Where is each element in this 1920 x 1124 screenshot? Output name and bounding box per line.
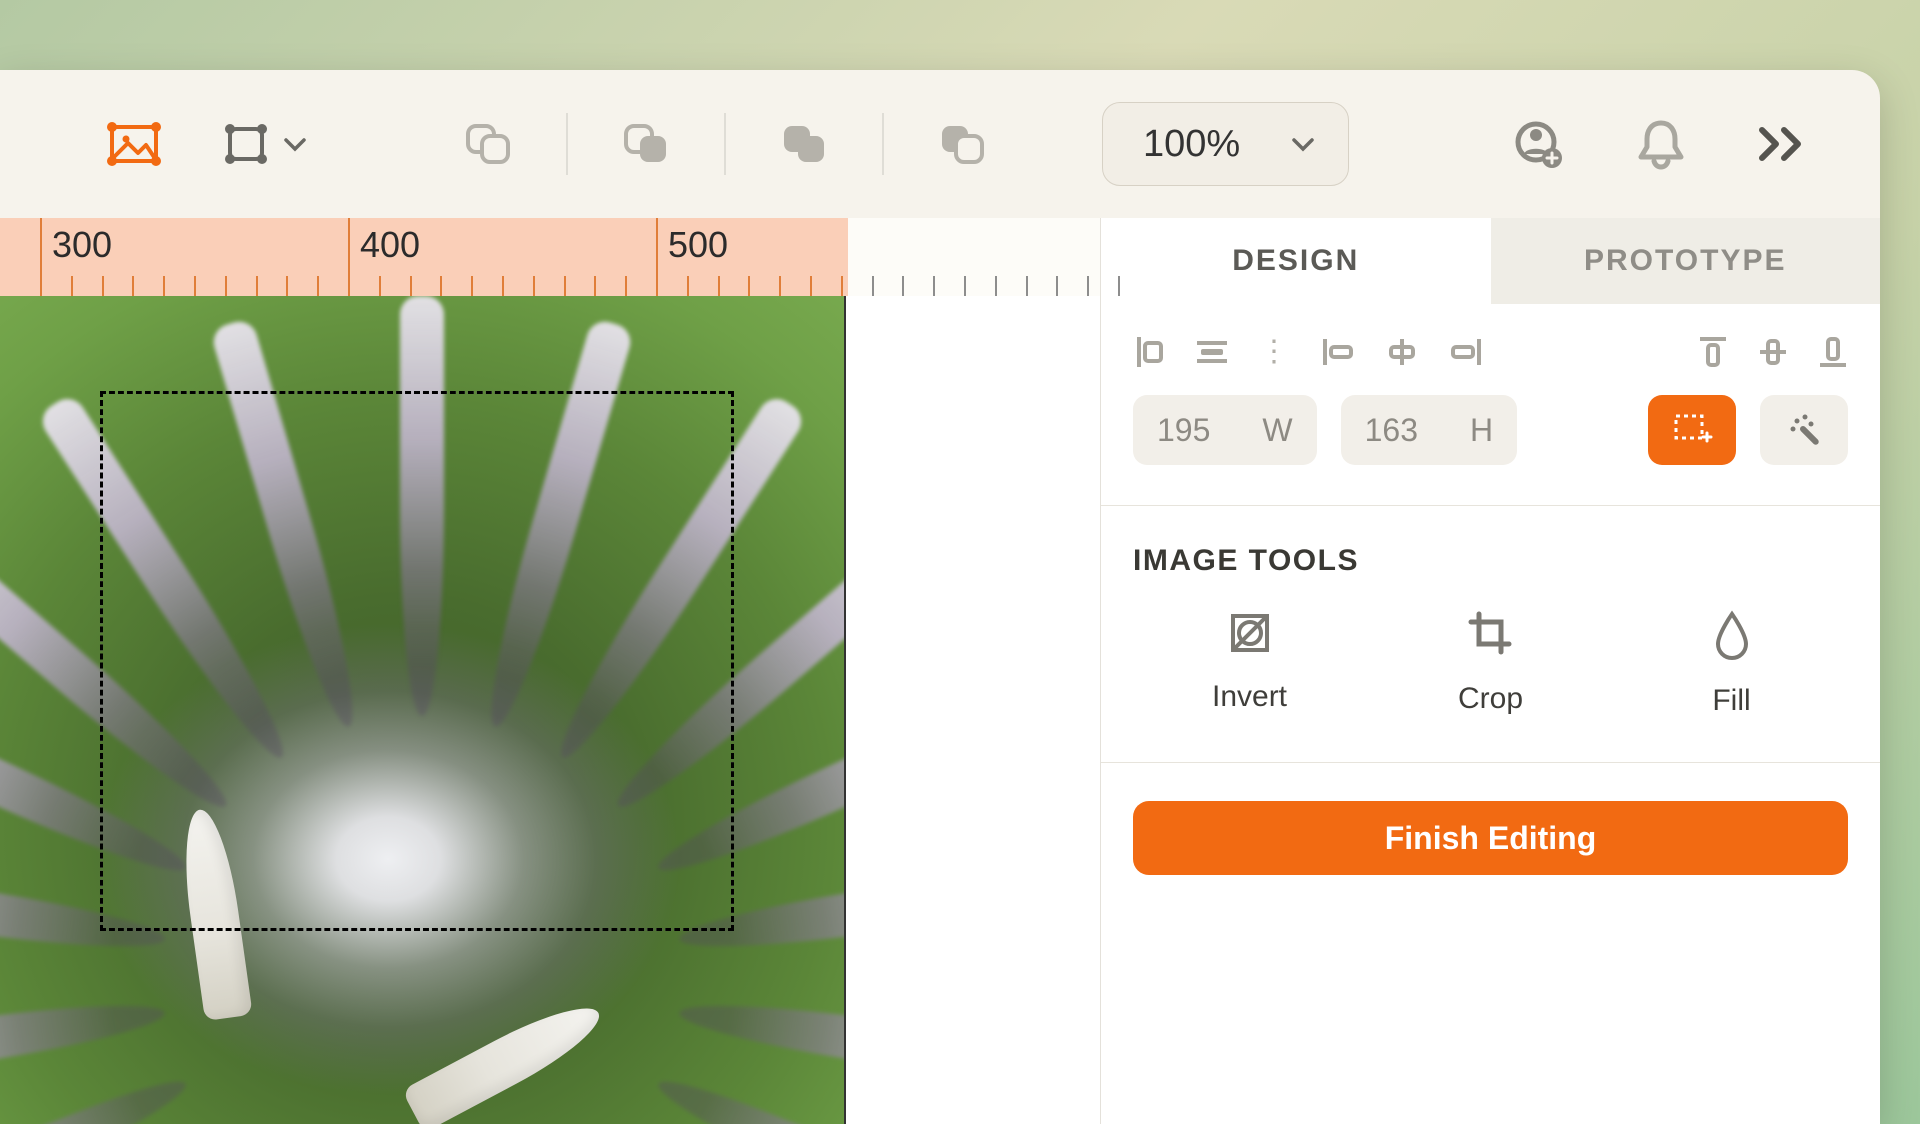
inspector-panel: DESIGN PROTOTYPE ⋮ — [1100, 218, 1880, 1124]
zoom-select[interactable]: 100% — [1102, 102, 1349, 186]
align-center-v-icon[interactable] — [1758, 335, 1788, 369]
tool-invert[interactable]: Invert — [1160, 610, 1340, 718]
canvas[interactable]: (function(){ var host=document.currentSc… — [0, 296, 1100, 1124]
dimensions-row: 195 W 163 H — [1101, 395, 1880, 505]
align-top-icon[interactable] — [1698, 335, 1728, 369]
toolbar: 100% — [0, 70, 1880, 218]
panel-tabs: DESIGN PROTOTYPE — [1101, 218, 1880, 304]
boolean-difference-button[interactable] — [916, 108, 1008, 180]
boolean-subtract-button[interactable] — [600, 108, 692, 180]
image-layer[interactable]: (function(){ var host=document.currentSc… — [0, 296, 846, 1124]
ruler-horizontal[interactable]: 300 400 500 // generate ticks for ruler … — [0, 218, 1100, 296]
selection-add-button[interactable] — [1648, 395, 1736, 465]
tool-fill[interactable]: Fill — [1642, 610, 1822, 718]
finish-editing-button[interactable]: Finish Editing — [1133, 801, 1848, 875]
ruler-label: 300 — [52, 224, 112, 266]
overflow-button[interactable] — [1756, 124, 1810, 164]
chevron-down-icon — [1290, 131, 1316, 157]
boolean-intersect-button[interactable] — [758, 108, 850, 180]
canvas-area[interactable]: 300 400 500 // generate ticks for ruler … — [0, 218, 1100, 1124]
crop-icon — [1467, 610, 1515, 658]
fill-icon — [1712, 610, 1752, 660]
align-bottom-icon[interactable] — [1818, 335, 1848, 369]
toolbar-separator — [724, 113, 726, 175]
tab-design[interactable]: DESIGN — [1101, 218, 1491, 304]
app-window: 100% — [0, 70, 1880, 1124]
notifications-button[interactable] — [1636, 117, 1686, 171]
align-right-icon[interactable] — [1449, 337, 1483, 367]
align-center-h-icon[interactable] — [1385, 337, 1419, 367]
magic-wand-button[interactable] — [1760, 395, 1848, 465]
chevron-down-icon — [282, 131, 308, 157]
alignment-row: ⋮ — [1101, 304, 1880, 395]
toolbar-separator — [566, 113, 568, 175]
toolbar-separator — [882, 113, 884, 175]
tool-crop[interactable]: Crop — [1401, 610, 1581, 718]
width-input[interactable]: 195 W — [1133, 395, 1317, 465]
image-tools-label: IMAGE TOOLS — [1101, 506, 1880, 600]
ruler-label: 500 — [668, 224, 728, 266]
ruler-label: 400 — [360, 224, 420, 266]
tab-prototype[interactable]: PROTOTYPE — [1491, 218, 1881, 304]
align-more-icon[interactable]: ⋮ — [1259, 334, 1287, 369]
height-input[interactable]: 163 H — [1341, 395, 1518, 465]
image-tool-button[interactable] — [88, 108, 180, 180]
invert-icon — [1227, 610, 1273, 656]
align-h-center-icon[interactable] — [1195, 335, 1229, 369]
zoom-value: 100% — [1143, 123, 1240, 166]
align-h-left-icon[interactable] — [1133, 335, 1165, 369]
selection-marquee[interactable] — [100, 391, 734, 931]
boolean-union-button[interactable] — [442, 108, 534, 180]
share-button[interactable] — [1510, 116, 1566, 172]
shape-tool-button[interactable] — [204, 108, 324, 180]
align-left-icon[interactable] — [1321, 337, 1355, 367]
